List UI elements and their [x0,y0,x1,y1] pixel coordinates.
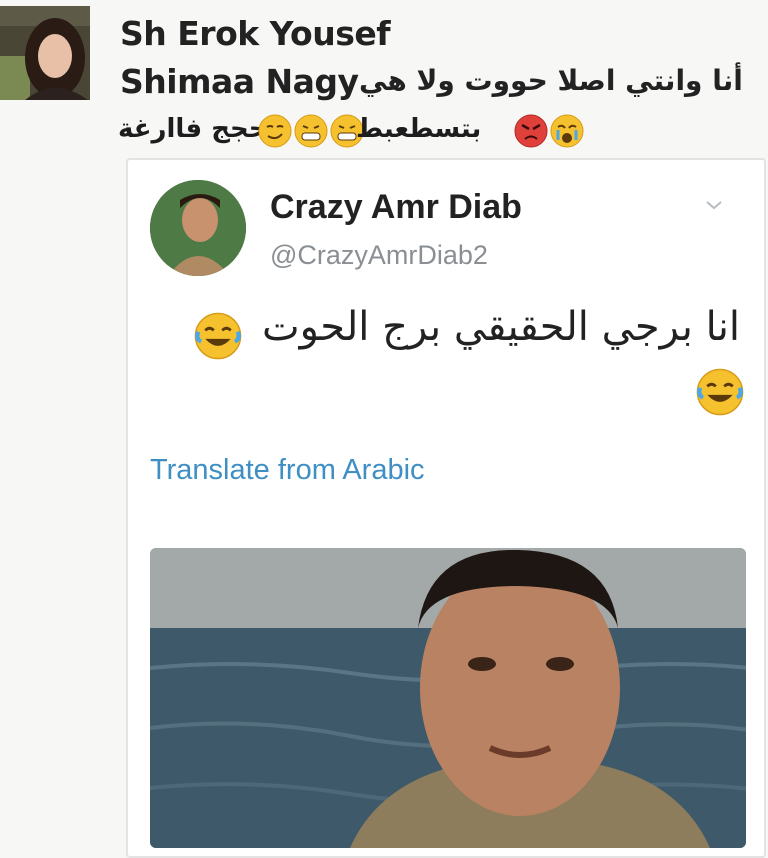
smirk-emoji-icon [258,114,292,148]
comment-line-1: Shimaa Nagy أنا وانتي اصلا حووت ولا هي [120,58,743,101]
angry-emoji-icon [514,114,548,148]
embedded-tweet-card[interactable]: Crazy Amr Diab @CrazyAmrDiab2 انا برجي ا… [126,158,766,858]
crying-emoji-icon [550,114,584,148]
laughing-tears-emoji-icon [696,368,744,416]
comment-line-2: حجج فاارغة بتسطعبط [118,112,618,152]
comment-text-2b: بتسطعبط [356,114,482,144]
tweet-author-handle[interactable]: @CrazyAmrDiab2 [270,240,488,271]
comment-text-1: أنا وانتي اصلا حووت ولا هي [359,64,743,97]
chevron-down-icon[interactable] [704,198,724,212]
tweet-media-image[interactable] [150,548,746,848]
laughing-tears-emoji-icon [194,312,242,360]
grimace-emoji-icon [294,114,328,148]
mention-link[interactable]: Shimaa Nagy [120,62,359,101]
tweet-author-name[interactable]: Crazy Amr Diab [270,188,522,227]
commenter-avatar[interactable] [0,6,90,100]
comment-author[interactable]: Sh Erok Yousef [120,14,391,53]
tweet-author-avatar[interactable] [150,180,246,276]
comment-text-2a: حجج فاارغة [118,114,268,144]
tweet-text: انا برجي الحقيقي برج الحوت [261,304,740,350]
translate-link[interactable]: Translate from Arabic [150,454,425,487]
